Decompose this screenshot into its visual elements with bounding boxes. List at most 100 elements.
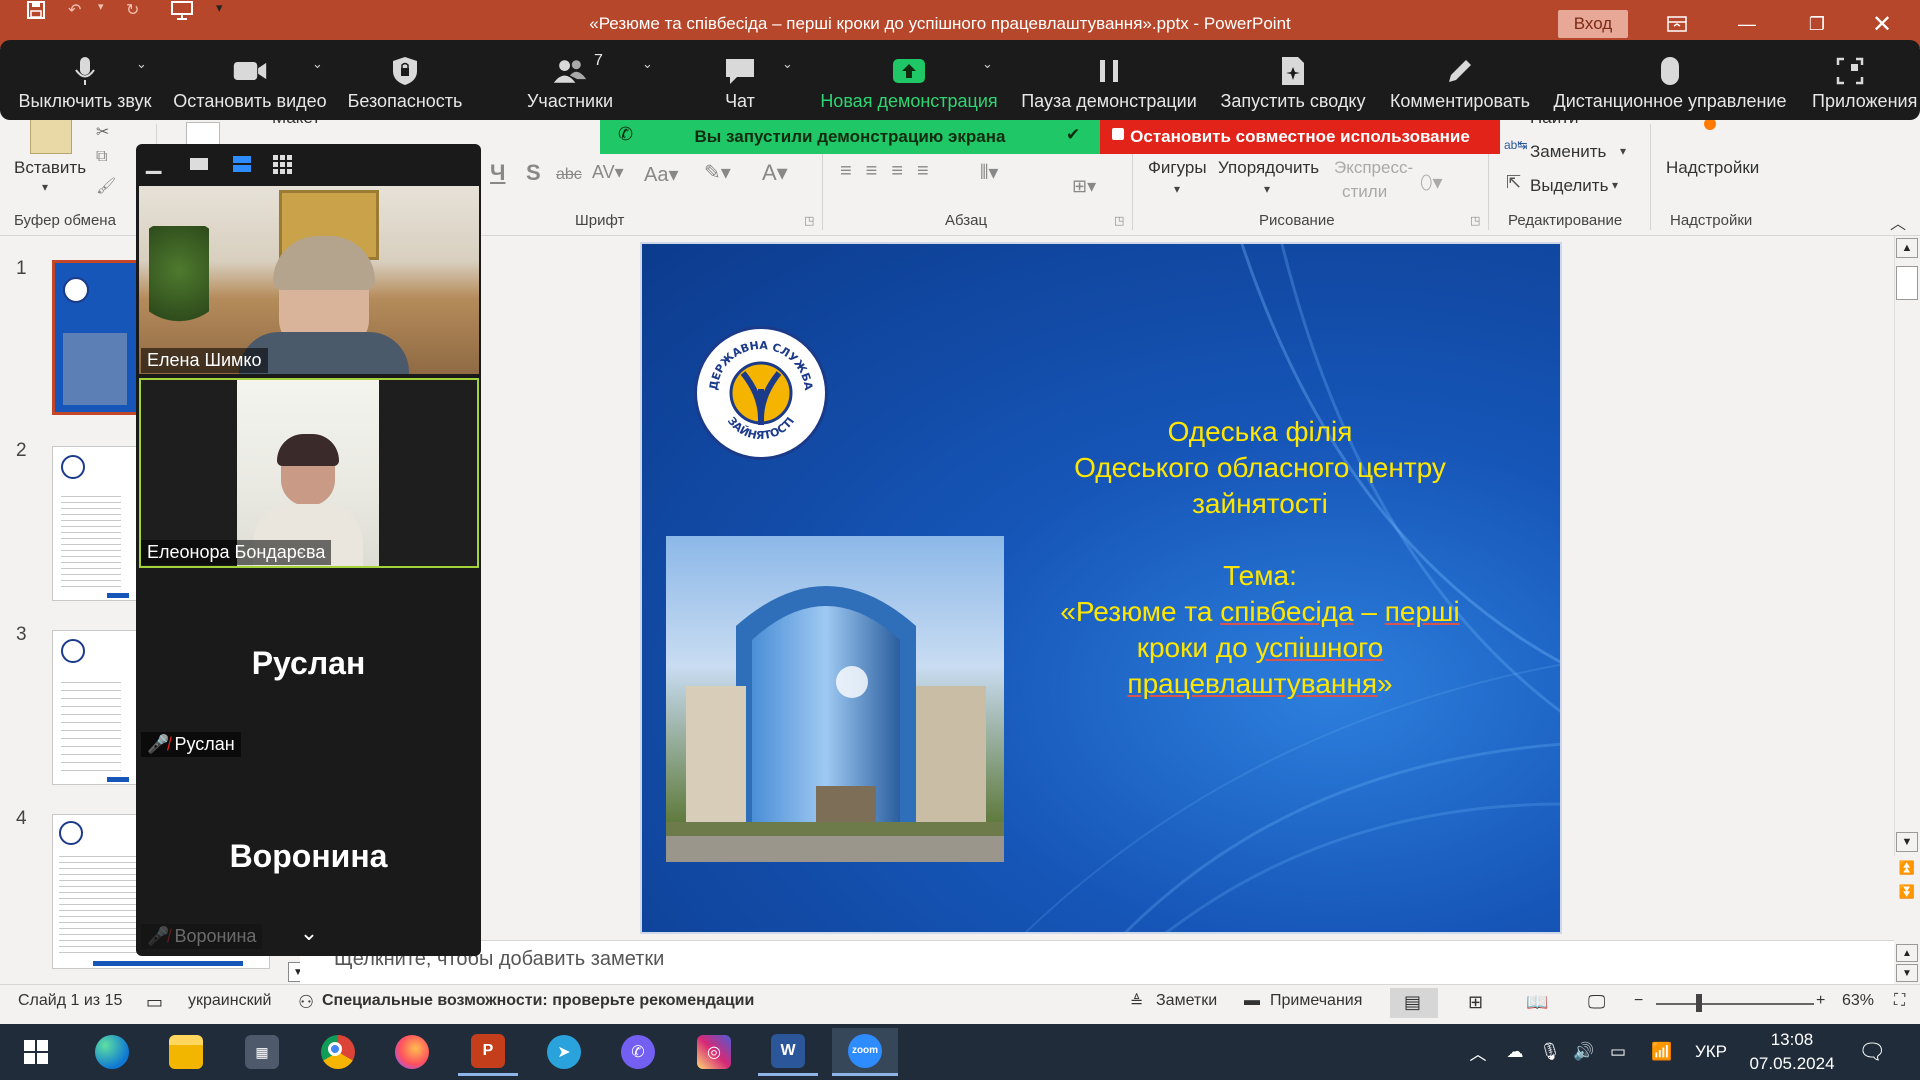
replace-dropdown-icon[interactable]: ▾ — [1620, 144, 1626, 158]
zoom-level[interactable]: 63% — [1842, 992, 1874, 1010]
cut-icon[interactable]: ✂ — [96, 122, 109, 142]
shadow-icon[interactable]: S — [526, 160, 541, 186]
minimize-gallery-icon[interactable]: ▁ — [146, 150, 168, 174]
video-options-caret-icon[interactable]: ⌄ — [312, 56, 323, 72]
format-painter-icon[interactable]: 🖌 — [96, 176, 116, 196]
notes-toggle-button[interactable]: Заметки — [1156, 992, 1217, 1010]
reading-view-icon[interactable]: 📖 — [1526, 992, 1548, 1013]
change-case-icon[interactable]: Aa▾ — [644, 162, 679, 187]
previous-slide-icon[interactable]: ⏫ — [1896, 858, 1918, 878]
slide-sorter-icon[interactable]: ⊞ — [1468, 992, 1483, 1013]
share-options-caret-icon[interactable]: ⌄ — [982, 56, 993, 72]
addins-button[interactable]: Надстройки — [1666, 158, 1759, 178]
powerpoint-icon[interactable]: P — [458, 1028, 518, 1076]
pause-share-button[interactable]: Пауза демонстрации — [1018, 48, 1200, 118]
slide-scrollbar[interactable] — [1894, 236, 1920, 856]
accessibility-icon[interactable]: ⚇ — [298, 992, 314, 1013]
select-button[interactable]: Выделить — [1530, 176, 1608, 196]
chat-button[interactable]: Чат — [694, 48, 786, 118]
clock[interactable]: 13:08 07.05.2024 — [1744, 1028, 1840, 1076]
thumbnail-view-icon[interactable] — [190, 158, 208, 170]
windows-start-icon[interactable] — [6, 1028, 66, 1076]
customize-quick-access-icon[interactable]: ▾ — [216, 0, 223, 16]
columns-icon[interactable]: ⫴▾ — [980, 160, 998, 185]
viber-icon[interactable]: ✆ — [608, 1028, 668, 1076]
paragraph-align-icons[interactable]: ≡≡≡≡ — [840, 160, 943, 183]
participants-button[interactable]: Участники — [510, 48, 630, 118]
paste-button[interactable]: Вставить — [14, 158, 86, 178]
notes-scroll-up-icon[interactable]: ▲ — [1896, 944, 1918, 962]
accessibility-status[interactable]: Специальные возможности: проверьте реком… — [322, 992, 754, 1010]
edge-icon[interactable] — [82, 1028, 142, 1076]
word-icon[interactable]: W — [758, 1028, 818, 1076]
calculator-icon[interactable]: ▦ — [232, 1028, 292, 1076]
notifications-icon[interactable]: 🗨 — [1852, 1024, 1892, 1080]
instagram-icon[interactable]: ◎ — [684, 1028, 744, 1076]
chrome-icon[interactable] — [308, 1028, 368, 1076]
highlight-icon[interactable]: ✎▾ — [704, 160, 731, 185]
quick-styles-button[interactable]: Экспресс- — [1334, 158, 1413, 178]
collapse-ribbon-icon[interactable]: ︿ — [1890, 210, 1906, 234]
zoom-icon[interactable]: zoom — [832, 1028, 898, 1076]
battery-icon[interactable]: ▭ — [1604, 1024, 1632, 1080]
chat-caret-icon[interactable]: ⌄ — [782, 56, 793, 72]
paragraph-dialog-launcher-icon[interactable]: ◳ — [1114, 214, 1124, 227]
scroll-down-icon[interactable]: ▼ — [1896, 832, 1918, 852]
remote-control-button[interactable]: Дистанционное управление — [1546, 48, 1794, 118]
spelling-check-icon[interactable]: ▭ — [146, 992, 163, 1013]
arrange-button[interactable]: Упорядочить — [1218, 158, 1319, 178]
security-button[interactable]: Безопасность — [344, 48, 466, 118]
new-share-button[interactable]: Новая демонстрация — [818, 48, 1000, 118]
slideshow-view-icon[interactable]: 🖵 — [1588, 992, 1605, 1013]
file-explorer-icon[interactable] — [156, 1028, 216, 1076]
start-slideshow-icon[interactable] — [170, 0, 194, 20]
undo-dropdown-icon[interactable]: ▾ — [98, 0, 104, 13]
smartart-icon[interactable]: ⊞▾ — [1072, 176, 1096, 197]
next-slide-icon[interactable]: ⏬ — [1896, 882, 1918, 902]
replace-icon[interactable]: ab↹ — [1504, 138, 1527, 152]
gallery-scroll-down-icon[interactable]: ⌄ — [294, 920, 324, 946]
strikethrough-icon[interactable]: abc — [556, 166, 582, 184]
shapes-button[interactable]: Фигуры — [1148, 158, 1207, 178]
stop-video-button[interactable]: Остановить видео — [170, 48, 330, 118]
login-button[interactable]: Вход — [1558, 10, 1628, 38]
language-indicator[interactable]: украинский — [188, 992, 271, 1010]
font-color-icon[interactable]: A▾ — [762, 160, 788, 186]
font-dialog-launcher-icon[interactable]: ◳ — [804, 214, 814, 227]
comments-icon[interactable]: ▬ — [1244, 992, 1260, 1010]
undo-icon[interactable]: ↶ — [68, 0, 81, 20]
copy-icon[interactable]: ⧉ — [96, 148, 107, 166]
shape-fill-icon[interactable]: ⬯▾ — [1420, 170, 1443, 195]
mute-button[interactable]: Выключить звук — [14, 48, 156, 118]
zoom-slider-thumb[interactable] — [1696, 994, 1702, 1012]
zoom-in-icon[interactable]: + — [1816, 992, 1825, 1010]
notes-scroll-down-icon[interactable]: ▼ — [1896, 964, 1918, 982]
scroll-thumb[interactable] — [1896, 266, 1918, 300]
fit-to-window-icon[interactable]: ⛶ — [1894, 992, 1905, 1010]
scroll-up-icon[interactable]: ▲ — [1896, 238, 1918, 258]
telegram-icon[interactable]: ➤ — [534, 1028, 594, 1076]
apps-button[interactable]: Приложения — [1806, 48, 1920, 118]
firefox-icon[interactable] — [382, 1028, 442, 1076]
shapes-dropdown-icon[interactable]: ▾ — [1174, 182, 1180, 196]
mute-options-caret-icon[interactable]: ⌄ — [136, 56, 147, 72]
notes-toggle-icon[interactable]: ≜ — [1130, 992, 1143, 1012]
participants-caret-icon[interactable]: ⌄ — [642, 56, 653, 72]
speaker-view-icon[interactable] — [232, 154, 252, 174]
onedrive-icon[interactable]: ☁ — [1500, 1024, 1530, 1080]
microphone-tray-icon[interactable]: 🎙 — [1538, 1024, 1562, 1080]
paste-dropdown-icon[interactable]: ▾ — [42, 180, 48, 194]
paste-icon[interactable] — [30, 118, 72, 154]
gallery-view-icon[interactable] — [272, 154, 294, 176]
input-language-indicator[interactable]: УКР — [1686, 1024, 1736, 1080]
redo-icon[interactable]: ↻ — [126, 0, 139, 20]
drawing-dialog-launcher-icon[interactable]: ◳ — [1470, 214, 1480, 227]
zoom-out-icon[interactable]: − — [1634, 992, 1643, 1010]
stop-share-button[interactable]: Остановить совместное использование — [1100, 120, 1500, 154]
underline-icon[interactable]: Ч — [490, 160, 505, 186]
volume-icon[interactable]: 🔊 — [1570, 1024, 1598, 1080]
arrange-dropdown-icon[interactable]: ▾ — [1264, 182, 1270, 196]
character-spacing-icon[interactable]: AV▾ — [592, 162, 624, 183]
save-icon[interactable] — [26, 0, 46, 20]
select-cursor-icon[interactable]: ⇱ — [1506, 172, 1521, 193]
